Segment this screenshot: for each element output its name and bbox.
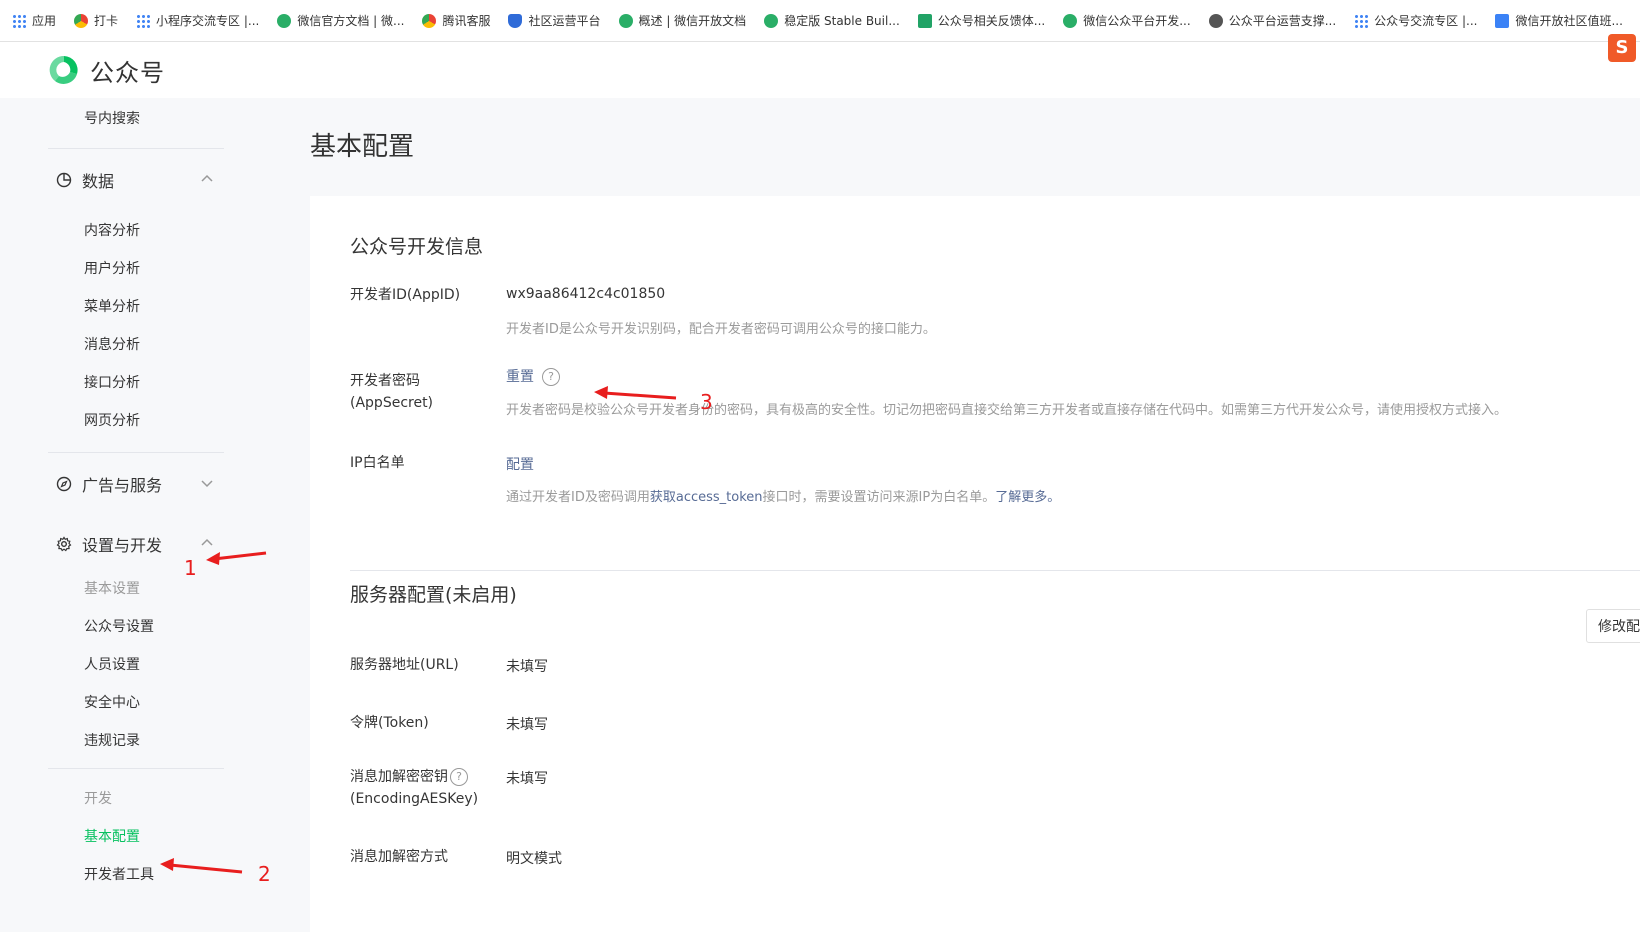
annotation-number-2: 2	[258, 862, 271, 886]
arrow-annotation-3	[594, 386, 677, 400]
annotation-layer	[160, 386, 677, 874]
arrow-annotation-1	[206, 551, 267, 565]
arrow-annotation-2	[160, 858, 243, 874]
annotation-number-3: 3	[700, 390, 713, 414]
annotation-number-1: 1	[184, 556, 197, 580]
